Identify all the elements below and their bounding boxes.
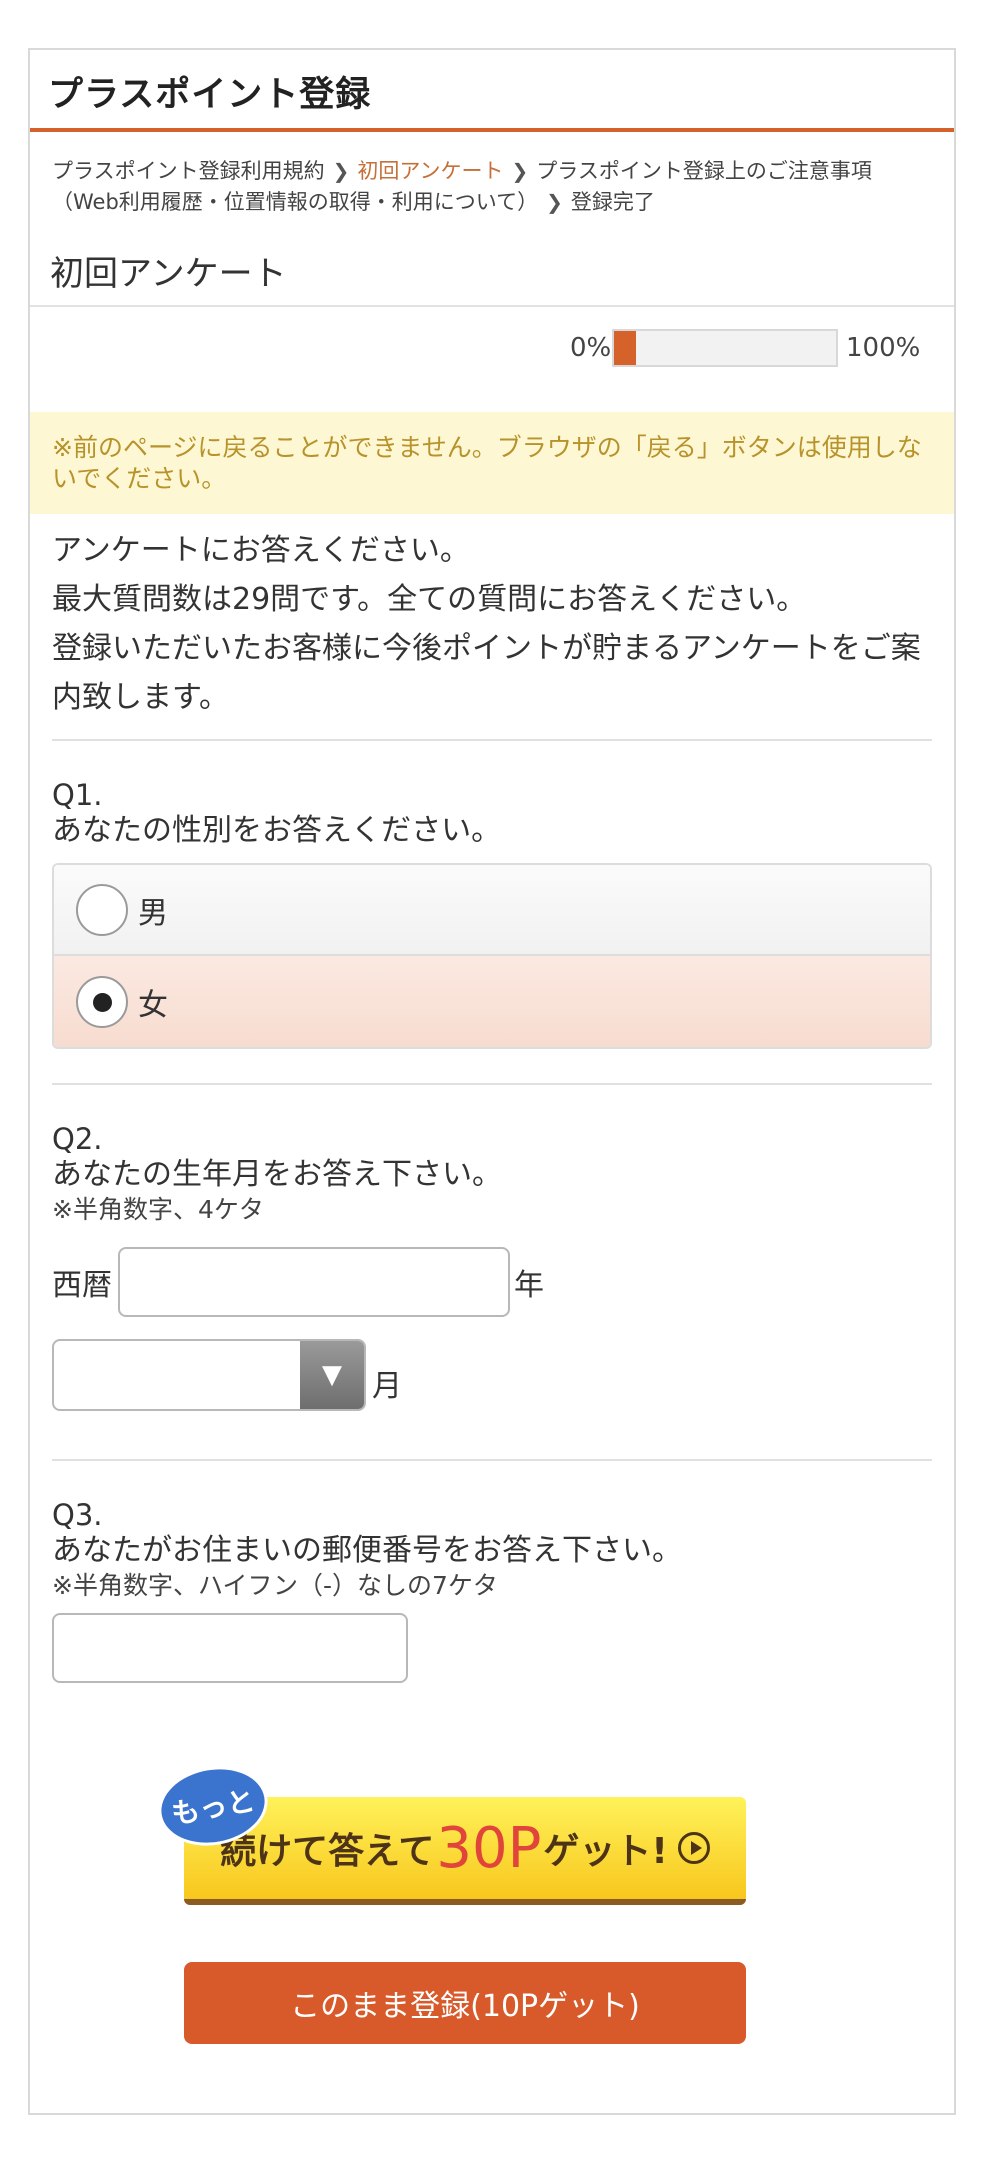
birth-year-row: 西暦 年: [52, 1247, 932, 1317]
radio-button-icon[interactable]: [76, 883, 128, 936]
breadcrumb-step-terms: プラスポイント登録利用規約: [52, 159, 325, 183]
birth-year-input[interactable]: [118, 1247, 510, 1317]
breadcrumb-step-complete: 登録完了: [570, 190, 655, 214]
chevron-right-icon: ❯: [546, 190, 563, 214]
question-text: あなたがお住まいの郵便番号をお答え下さい。: [52, 1533, 682, 1568]
continue-survey-button[interactable]: 続けて答えて 30P ゲット! もっと: [152, 1758, 746, 1907]
divider: [52, 1083, 932, 1085]
divider: [52, 1459, 932, 1461]
promo-points: 30P: [436, 1815, 542, 1881]
question-2: Q2. あなたの生年月をお答え下さい。 ※半角数字、4ケタ 西暦 年 ▼ 月: [30, 1121, 954, 1411]
progress-bar: [612, 329, 838, 367]
section-title: 初回アンケート: [30, 246, 954, 307]
breadcrumb: プラスポイント登録利用規約 ❯ 初回アンケート ❯ プラスポイント登録上のご注意事項 （…: [30, 132, 954, 218]
question-text: あなたの生年月をお答え下さい。: [52, 1157, 502, 1192]
birth-month-row: ▼ 月: [52, 1339, 932, 1411]
warning-notice: ※前のページに戻ることができません。ブラウザの「戻る」ボタンは使用しないでくださ…: [30, 412, 954, 514]
year-suffix-label: 年: [514, 1268, 544, 1303]
chevron-right-icon: ❯: [511, 159, 529, 183]
divider: [52, 739, 932, 741]
radio-option-female[interactable]: 女: [54, 956, 930, 1047]
radio-option-label: 男: [138, 895, 168, 931]
progress-start-label: 0%: [570, 333, 612, 363]
continue-survey-button-body[interactable]: 続けて答えて 30P ゲット!: [184, 1797, 746, 1905]
play-circle-icon: [677, 1832, 710, 1864]
intro-line: 登録いただいたお客様に今後ポイントが貯まるアンケートをご案内致します。: [52, 631, 921, 715]
breadcrumb-step-notes: プラスポイント登録上のご注意事項: [536, 159, 872, 183]
question-number: Q2.: [52, 1122, 103, 1156]
year-prefix-label: 西暦: [52, 1268, 112, 1303]
intro-text: アンケートにお答えください。 最大質問数は29問です。全ての質問にお答えください…: [30, 514, 954, 722]
chevron-right-icon: ❯: [332, 159, 350, 183]
question-text: あなたの性別をお答えください。: [52, 813, 502, 848]
question-number: Q3.: [52, 1498, 103, 1532]
radio-option-label: 女: [138, 987, 168, 1023]
page-header: プラスポイント登録: [30, 50, 954, 132]
breadcrumb-step-notes-detail: （Web利用履歴・位置情報の取得・利用について）: [52, 190, 539, 214]
question-note: ※半角数字、ハイフン（-）なしの7ケタ: [52, 1571, 498, 1600]
radio-button-checked-icon[interactable]: [76, 975, 128, 1028]
gender-radio-group: 男 女: [52, 863, 932, 1049]
breadcrumb-step-survey: 初回アンケート: [357, 159, 504, 183]
question-1: Q1. あなたの性別をお答えください。 男 女: [30, 777, 954, 1049]
question-3: Q3. あなたがお住まいの郵便番号をお答え下さい。 ※半角数字、ハイフン（-）な…: [30, 1497, 954, 1683]
month-suffix-label: 月: [372, 1369, 402, 1404]
question-note: ※半角数字、4ケタ: [52, 1195, 264, 1224]
page-title: プラスポイント登録: [48, 75, 372, 115]
radio-option-male[interactable]: 男: [54, 865, 930, 956]
register-now-button[interactable]: このまま登録(10Pゲット): [184, 1962, 746, 2044]
dropdown-arrow-icon[interactable]: ▼: [300, 1341, 364, 1409]
progress-indicator: 0% 100%: [30, 307, 954, 412]
progress-end-label: 100%: [846, 333, 921, 363]
progress-fill: [614, 331, 637, 365]
question-number: Q1.: [52, 778, 103, 812]
promo-text-after: ゲット!: [543, 1831, 668, 1872]
intro-line: 最大質問数は29問です。全ての質問にお答えください。: [52, 582, 807, 617]
zip-code-input[interactable]: [52, 1613, 408, 1683]
intro-line: アンケートにお答えください。: [52, 533, 470, 568]
birth-month-select[interactable]: ▼: [52, 1339, 366, 1411]
